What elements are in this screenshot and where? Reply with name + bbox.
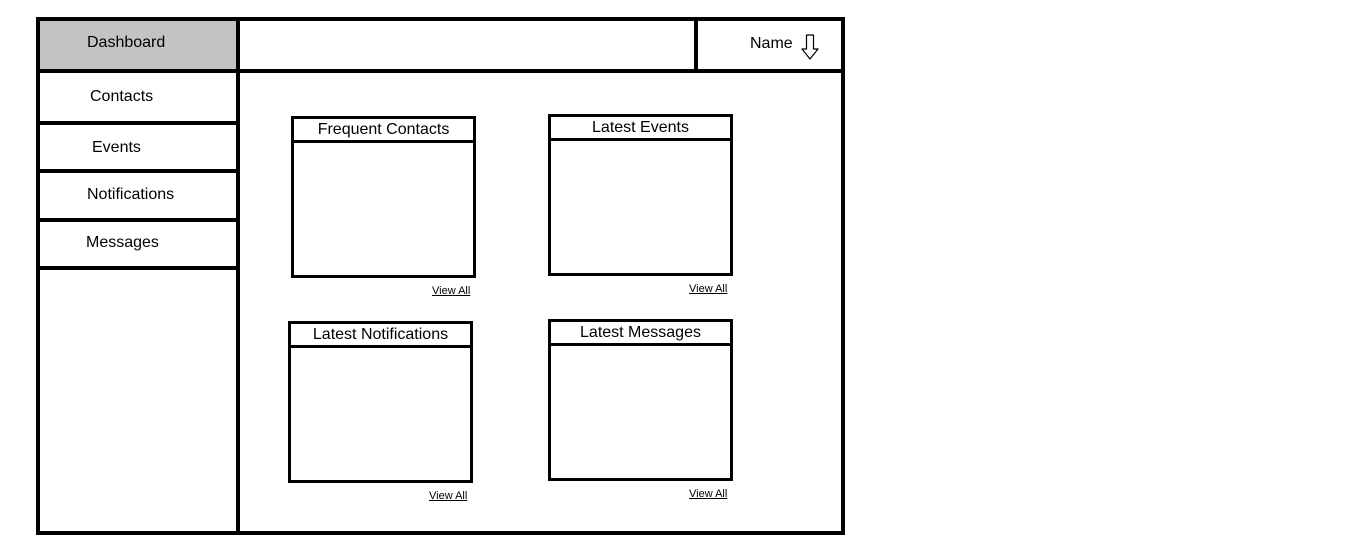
widget-title: Latest Messages [551, 322, 730, 346]
sidebar-item-label: Contacts [90, 88, 154, 105]
sidebar-item-label: Dashboard [87, 34, 166, 51]
arrow-down-outline-icon[interactable] [801, 34, 819, 60]
sidebar-item-notifications[interactable]: Notifications [40, 173, 236, 222]
user-menu[interactable]: Name [694, 21, 845, 73]
latest-messages-widget: Latest Messages [548, 319, 733, 481]
frequent-contacts-view-all-link[interactable]: View All [432, 286, 470, 297]
widget-title: Latest Events [551, 117, 730, 141]
latest-events-view-all-link[interactable]: View All [689, 284, 727, 295]
sidebar-item-messages[interactable]: Messages [40, 222, 236, 270]
latest-events-widget: Latest Events [548, 114, 733, 276]
latest-notifications-view-all-link[interactable]: View All [429, 491, 467, 502]
sidebar-item-events[interactable]: Events [40, 125, 236, 173]
frequent-contacts-widget: Frequent Contacts [291, 116, 476, 278]
sidebar-item-dashboard[interactable]: Dashboard [40, 21, 236, 73]
app-frame: Dashboard Contacts Events Notifications … [36, 17, 845, 535]
widget-title: Latest Notifications [291, 324, 470, 348]
widget-title: Frequent Contacts [294, 119, 473, 143]
user-name: Name [750, 35, 793, 52]
latest-messages-view-all-link[interactable]: View All [689, 489, 727, 500]
sidebar-item-contacts[interactable]: Contacts [40, 73, 236, 125]
sidebar-item-label: Events [92, 139, 141, 156]
sidebar: Dashboard Contacts Events Notifications … [40, 21, 240, 531]
sidebar-item-label: Notifications [87, 186, 175, 203]
sidebar-item-label: Messages [86, 234, 159, 251]
latest-notifications-widget: Latest Notifications [288, 321, 473, 483]
